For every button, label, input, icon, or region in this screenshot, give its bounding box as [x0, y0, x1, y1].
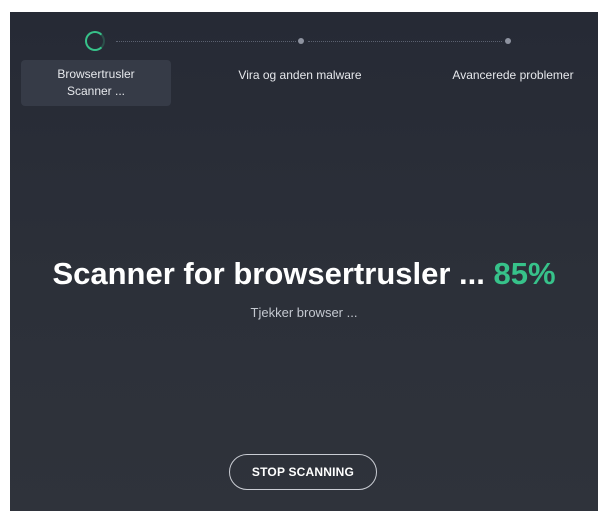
- stop-scanning-button[interactable]: STOP SCANNING: [229, 454, 377, 490]
- stepper-connector: [308, 41, 502, 42]
- dot-icon: [298, 38, 304, 44]
- scan-panel: Browsertrusler Scanner ... Vira og anden…: [10, 12, 598, 511]
- scan-title: Scanner for browsertrusler ...: [52, 256, 485, 291]
- stepper-connector: [116, 41, 296, 42]
- step-label: Vira og anden malware: [238, 68, 362, 82]
- step-label: Avancerede problemer: [452, 68, 574, 82]
- scan-status-text: Tjekker browser ...: [250, 305, 358, 320]
- scan-progress-stepper: Browsertrusler Scanner ... Vira og anden…: [10, 12, 598, 122]
- step-browser-threats: Browsertrusler Scanner ...: [21, 60, 171, 106]
- scan-percent: 85%: [493, 256, 556, 291]
- step-status: Scanner ...: [66, 84, 126, 98]
- scan-headline: Scanner for browsertrusler ... 85%: [10, 256, 598, 292]
- dot-icon: [505, 38, 511, 44]
- step-advanced-issues: Avancerede problemer: [428, 67, 598, 84]
- step-label: Browsertrusler: [57, 67, 135, 81]
- spinner-ring-icon: [85, 31, 105, 51]
- step-viruses-malware: Vira og anden malware: [205, 67, 395, 84]
